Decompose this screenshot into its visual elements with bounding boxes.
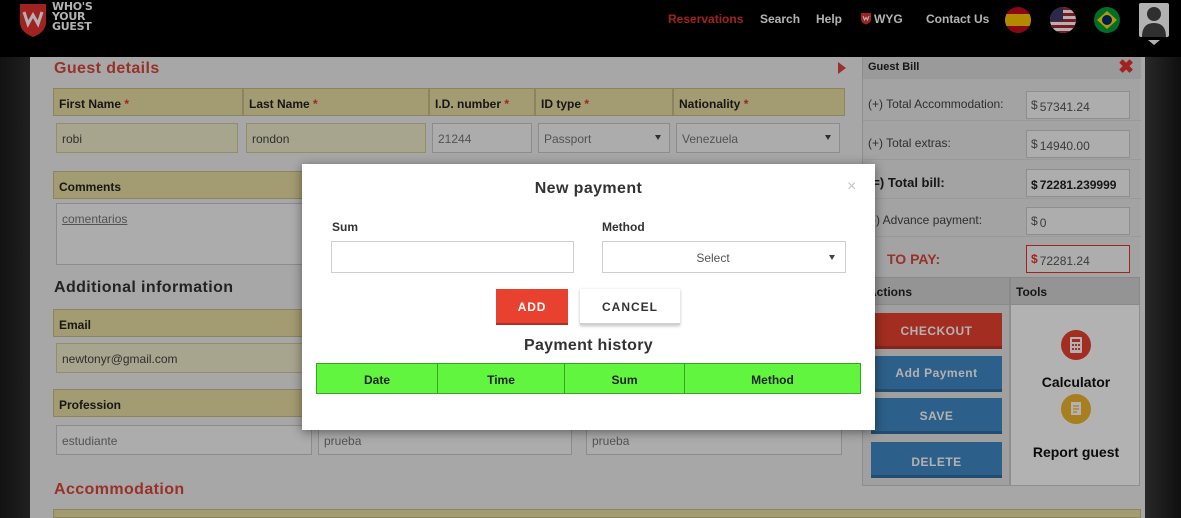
modal-close-icon[interactable]: × <box>847 178 856 196</box>
history-column-method: Method <box>751 373 794 387</box>
sum-input[interactable] <box>331 241 574 273</box>
method-dropdown-arrow-icon <box>829 255 835 260</box>
modal-title: New payment <box>534 180 643 197</box>
cancel-button[interactable]: CANCEL <box>580 289 680 325</box>
method-select[interactable]: Select <box>602 241 846 273</box>
method-label: Method <box>602 220 645 234</box>
history-column-sum: Sum <box>565 364 685 393</box>
history-column-date: Date <box>317 364 438 393</box>
payment-history-title: Payment history <box>524 337 653 354</box>
add-payment-submit-button[interactable]: ADD <box>496 289 568 325</box>
method-selected-value: Select <box>696 251 730 265</box>
sum-label: Sum <box>332 220 359 234</box>
new-payment-modal: New payment × Sum Method Select ADD CANC… <box>302 164 875 430</box>
history-column-time: Time <box>438 364 565 393</box>
payment-history-table: Date Time Sum Method <box>316 363 861 394</box>
